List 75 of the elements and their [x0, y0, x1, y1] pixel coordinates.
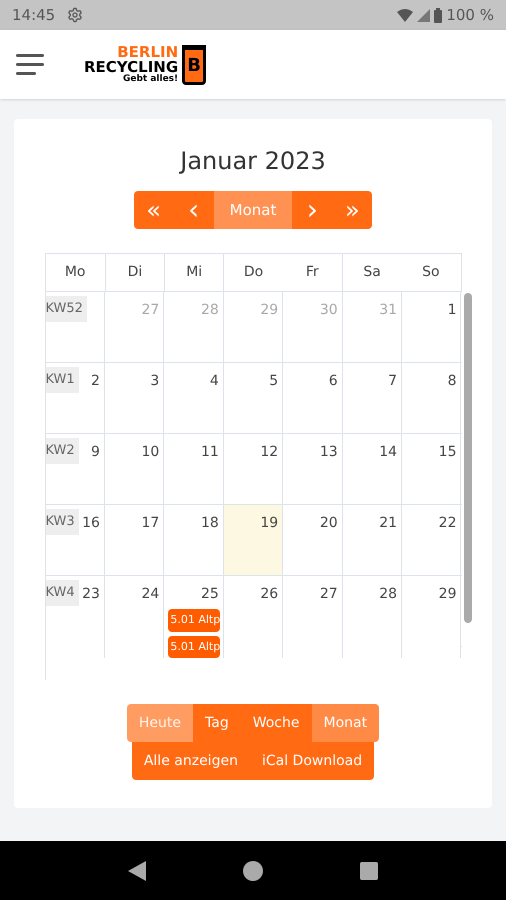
weekday-header: Mi [164, 254, 224, 291]
weekday-header: Sa [342, 254, 402, 291]
day-number: 3 [150, 372, 160, 391]
day-number: 11 [200, 443, 219, 462]
week-number: KW52 [46, 296, 87, 322]
day-number: 26 [260, 585, 278, 604]
day-cell[interactable]: 19 [224, 505, 284, 575]
back-icon[interactable] [128, 860, 146, 880]
day-cell[interactable]: 14 [342, 434, 402, 504]
day-number: 7 [388, 372, 398, 391]
weekday-header: Fr [304, 263, 320, 282]
day-number: 31 [379, 301, 398, 320]
week-number: KW3 [46, 509, 79, 535]
weekday-header: Do [223, 254, 283, 291]
day-number: 4 [210, 372, 219, 391]
day-number: 10 [142, 443, 160, 462]
week-number: KW1 [46, 367, 79, 393]
day-number: 29 [438, 585, 456, 604]
day-number: 15 [438, 443, 456, 462]
day-number: 13 [320, 443, 338, 462]
day-number: 21 [379, 514, 398, 533]
weekday-header: So [421, 263, 441, 282]
logo-tagline: Gebt alles! [122, 75, 178, 84]
battery-icon [434, 8, 442, 22]
day-number: 19 [260, 514, 278, 533]
settings-icon [67, 7, 84, 23]
battery-level: 100 % [446, 4, 494, 26]
day-number: 22 [438, 514, 456, 533]
day-number: 27 [320, 585, 338, 604]
clock-time: 14:45 [12, 4, 56, 26]
scrollbar[interactable] [464, 293, 472, 623]
month-title: Januar 2023 [180, 146, 326, 177]
logo-text: BERLIN [117, 45, 178, 60]
day-number: 20 [320, 514, 338, 533]
day-number: 24 [142, 585, 160, 604]
weekday-header: Mo [64, 263, 86, 282]
day-cell[interactable]: 21 [342, 505, 402, 575]
weekday-header: Di [104, 254, 164, 291]
day-cell[interactable]: KW4 23 [46, 576, 105, 658]
day-cell[interactable]: KW1 2 [46, 363, 105, 433]
signal-icon [417, 8, 430, 22]
day-number: 28 [379, 585, 398, 604]
day-number: 1 [448, 301, 456, 320]
day-cell[interactable]: 27 [283, 576, 343, 658]
day-number: 16 [82, 514, 100, 533]
week-number: KW2 [46, 438, 79, 464]
day-cell[interactable]: 24 [104, 576, 164, 658]
wifi-icon [397, 8, 414, 22]
day-number: 12 [260, 443, 278, 462]
day-number: 30 [320, 301, 338, 320]
day-number: 18 [200, 514, 219, 533]
day-number: 5 [269, 372, 278, 391]
day-cell[interactable]: KW52 [46, 292, 105, 362]
day-cell[interactable]: 26 [224, 576, 284, 658]
day-number: 23 [82, 585, 100, 604]
day-number: 8 [448, 372, 456, 391]
day-number: 17 [142, 514, 160, 533]
logo-text: RECYCLING [84, 60, 178, 75]
day-number: 6 [328, 372, 338, 391]
recents-icon[interactable] [360, 862, 378, 880]
day-number: 2 [91, 372, 100, 391]
day-number: 25 [200, 585, 219, 604]
week-number: KW4 [46, 580, 79, 606]
day-cell[interactable]: KW2 9 [46, 434, 105, 504]
day-number: 28 [200, 301, 219, 320]
day-cell[interactable]: 28 [342, 576, 402, 658]
logo-mark: B [182, 44, 206, 84]
day-number: 27 [142, 301, 160, 320]
home-icon[interactable] [242, 860, 263, 880]
day-cell[interactable]: 7 [342, 363, 402, 433]
day-cell[interactable]: KW3 16 [46, 505, 105, 575]
day-number: 29 [260, 301, 278, 320]
day-number: 9 [91, 443, 100, 462]
day-number: 14 [379, 443, 398, 462]
day-cell[interactable]: 29 [402, 576, 462, 658]
